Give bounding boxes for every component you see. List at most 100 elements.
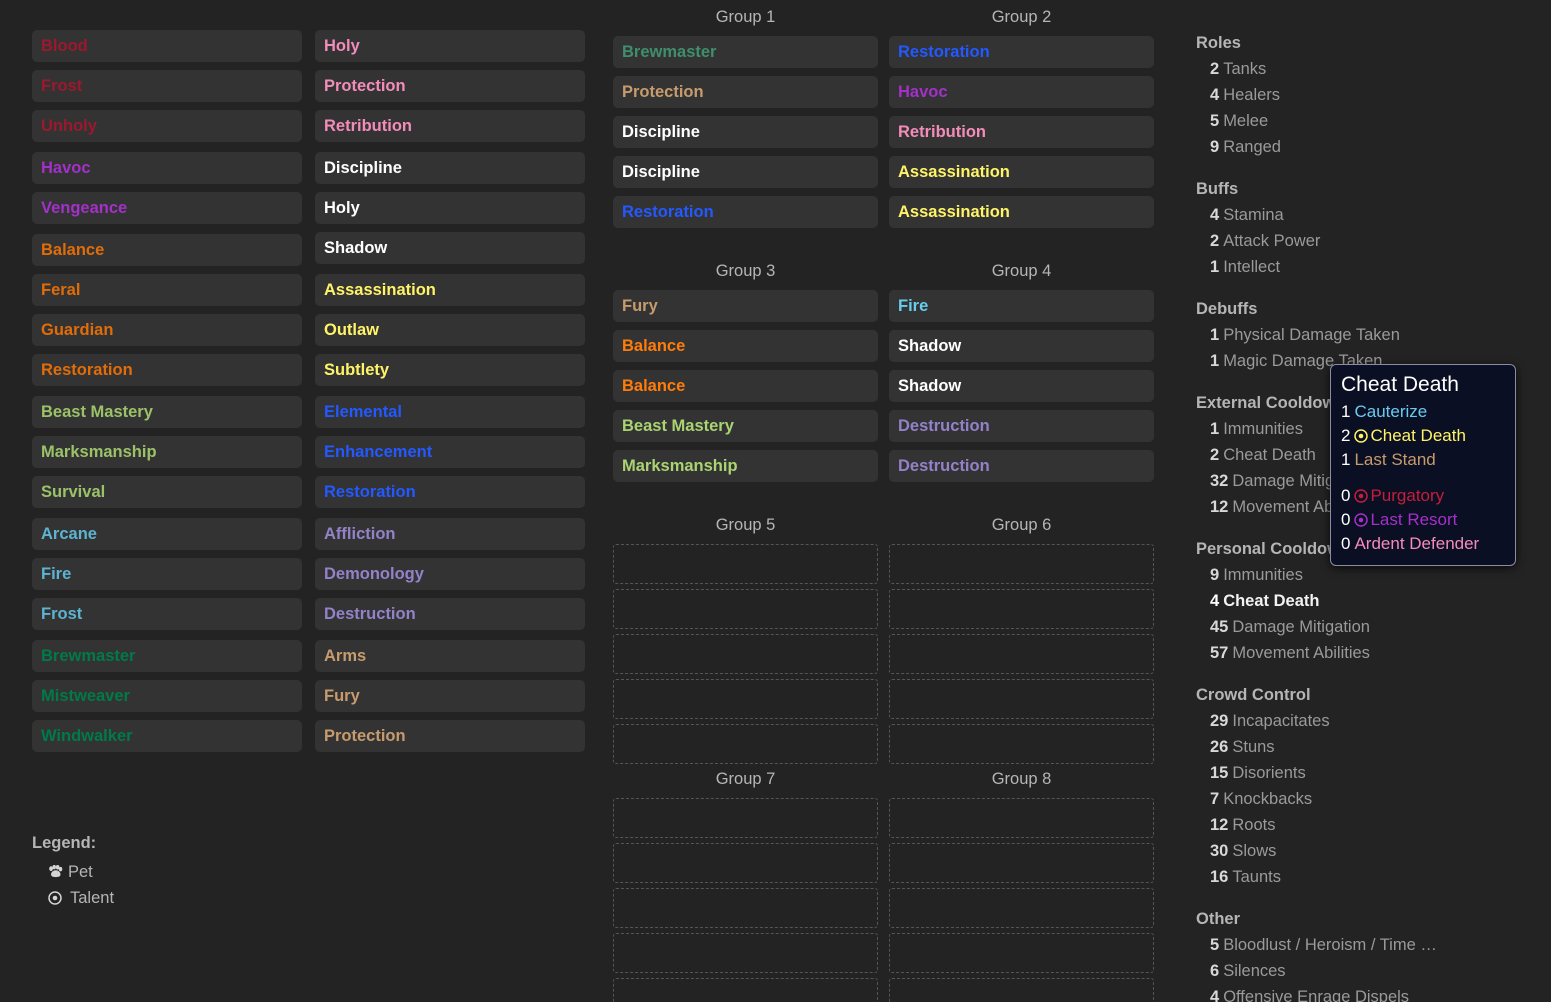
spec-pill[interactable]: Windwalker <box>32 720 302 752</box>
stat-row[interactable]: 5 Bloodlust / Heroism / Time … <box>1196 932 1546 958</box>
spec-pill[interactable]: Brewmaster <box>32 640 302 672</box>
group-empty-slot[interactable] <box>889 843 1154 883</box>
stat-row[interactable]: 5 Melee <box>1196 108 1546 134</box>
spec-pill[interactable]: Fire <box>32 558 302 590</box>
spec-pill[interactable]: Marksmanship <box>32 436 302 468</box>
group-member-slot[interactable]: Fury <box>613 290 878 322</box>
spec-pill[interactable]: Demonology <box>315 558 585 590</box>
spec-pill[interactable]: Assassination <box>315 274 585 306</box>
stat-row[interactable]: 4 Offensive Enrage Dispels <box>1196 984 1546 1002</box>
spec-pill[interactable]: Protection <box>315 70 585 102</box>
group-member-slot[interactable]: Restoration <box>889 36 1154 68</box>
group-member-slot[interactable]: Beast Mastery <box>613 410 878 442</box>
group-empty-slot[interactable] <box>613 798 878 838</box>
spec-pill[interactable]: Affliction <box>315 518 585 550</box>
group-empty-slot[interactable] <box>613 634 878 674</box>
group-member-slot[interactable]: Brewmaster <box>613 36 878 68</box>
group-empty-slot[interactable] <box>889 933 1154 973</box>
spec-pill[interactable]: Feral <box>32 274 302 306</box>
stat-row[interactable]: 4 Cheat Death <box>1196 588 1546 614</box>
spec-pill[interactable]: Restoration <box>315 476 585 508</box>
stat-row[interactable]: 30 Slows <box>1196 838 1546 864</box>
group-empty-slot[interactable] <box>889 544 1154 584</box>
spec-pill[interactable]: Frost <box>32 70 302 102</box>
spec-pill[interactable]: Shadow <box>315 232 585 264</box>
spec-pill[interactable]: Vengeance <box>32 192 302 224</box>
spec-pill[interactable]: Mistweaver <box>32 680 302 712</box>
spec-pill[interactable]: Survival <box>32 476 302 508</box>
spec-pill[interactable]: Subtlety <box>315 354 585 386</box>
group-member-slot[interactable]: Havoc <box>889 76 1154 108</box>
spec-pill[interactable]: Arcane <box>32 518 302 550</box>
group-empty-slot[interactable] <box>613 679 878 719</box>
spec-pill[interactable]: Protection <box>315 720 585 752</box>
stat-label: Disorients <box>1232 764 1306 782</box>
spec-pill[interactable]: Retribution <box>315 110 585 142</box>
stat-row[interactable]: 6 Silences <box>1196 958 1546 984</box>
group-empty-slot[interactable] <box>613 843 878 883</box>
group-empty-slot[interactable] <box>889 978 1154 1002</box>
spec-pill[interactable]: Fury <box>315 680 585 712</box>
group-empty-slot[interactable] <box>613 978 878 1002</box>
spec-pill[interactable]: Restoration <box>32 354 302 386</box>
group-member-slot[interactable]: Fire <box>889 290 1154 322</box>
group-member-slot[interactable]: Retribution <box>889 116 1154 148</box>
stat-row[interactable]: 1 Intellect <box>1196 254 1546 280</box>
group-empty-slot[interactable] <box>613 544 878 584</box>
paw-icon <box>48 859 68 885</box>
stat-row[interactable]: 2 Tanks <box>1196 56 1546 82</box>
group-empty-slot[interactable] <box>889 589 1154 629</box>
group-empty-slot[interactable] <box>613 933 878 973</box>
stat-row[interactable]: 29 Incapacitates <box>1196 708 1546 734</box>
group-empty-slot[interactable] <box>889 634 1154 674</box>
group-empty-slot[interactable] <box>889 888 1154 928</box>
spec-pill[interactable]: Holy <box>315 30 585 62</box>
spec-pill[interactable]: Guardian <box>32 314 302 346</box>
group-member-slot[interactable]: Balance <box>613 370 878 402</box>
spec-pill[interactable]: Arms <box>315 640 585 672</box>
stat-row[interactable]: 15 Disorients <box>1196 760 1546 786</box>
stat-row[interactable]: 2 Attack Power <box>1196 228 1546 254</box>
stat-row[interactable]: 45 Damage Mitigation <box>1196 614 1546 640</box>
spec-pill[interactable]: Beast Mastery <box>32 396 302 428</box>
spec-pill[interactable]: Unholy <box>32 110 302 142</box>
spec-pill[interactable]: Destruction <box>315 598 585 630</box>
spec-pill[interactable]: Outlaw <box>315 314 585 346</box>
spec-pill[interactable]: Blood <box>32 30 302 62</box>
stat-row[interactable]: 4 Healers <box>1196 82 1546 108</box>
group-empty-slot[interactable] <box>889 679 1154 719</box>
spec-pill[interactable]: Elemental <box>315 396 585 428</box>
spec-pill[interactable]: Frost <box>32 598 302 630</box>
group-empty-slot[interactable] <box>613 724 878 764</box>
group-empty-slot[interactable] <box>613 888 878 928</box>
spec-pill[interactable]: Balance <box>32 234 302 266</box>
group-member-slot[interactable]: Destruction <box>889 410 1154 442</box>
stat-row[interactable]: 9 Ranged <box>1196 134 1546 160</box>
stat-row[interactable]: 57 Movement Abilities <box>1196 640 1546 666</box>
group-member-slot[interactable]: Shadow <box>889 330 1154 362</box>
stat-row[interactable]: 1 Physical Damage Taken <box>1196 322 1546 348</box>
group-member-slot[interactable]: Assassination <box>889 156 1154 188</box>
group-member-slot[interactable]: Marksmanship <box>613 450 878 482</box>
group-empty-slot[interactable] <box>889 798 1154 838</box>
stat-label: Bloodlust / Heroism / Time … <box>1223 936 1437 954</box>
stat-row[interactable]: 26 Stuns <box>1196 734 1546 760</box>
spec-pill[interactable]: Holy <box>315 192 585 224</box>
group-member-slot[interactable]: Balance <box>613 330 878 362</box>
group-member-slot[interactable]: Destruction <box>889 450 1154 482</box>
spec-pill[interactable]: Havoc <box>32 152 302 184</box>
spec-pill[interactable]: Enhancement <box>315 436 585 468</box>
spec-pill[interactable]: Discipline <box>315 152 585 184</box>
group-member-slot[interactable]: Discipline <box>613 156 878 188</box>
group-empty-slot[interactable] <box>889 724 1154 764</box>
group-member-slot[interactable]: Discipline <box>613 116 878 148</box>
stat-row[interactable]: 12 Roots <box>1196 812 1546 838</box>
group-member-slot[interactable]: Shadow <box>889 370 1154 402</box>
group-member-slot[interactable]: Restoration <box>613 196 878 228</box>
group-empty-slot[interactable] <box>613 589 878 629</box>
group-member-slot[interactable]: Assassination <box>889 196 1154 228</box>
group-member-slot[interactable]: Protection <box>613 76 878 108</box>
stat-row[interactable]: 16 Taunts <box>1196 864 1546 890</box>
stat-row[interactable]: 7 Knockbacks <box>1196 786 1546 812</box>
stat-row[interactable]: 4 Stamina <box>1196 202 1546 228</box>
